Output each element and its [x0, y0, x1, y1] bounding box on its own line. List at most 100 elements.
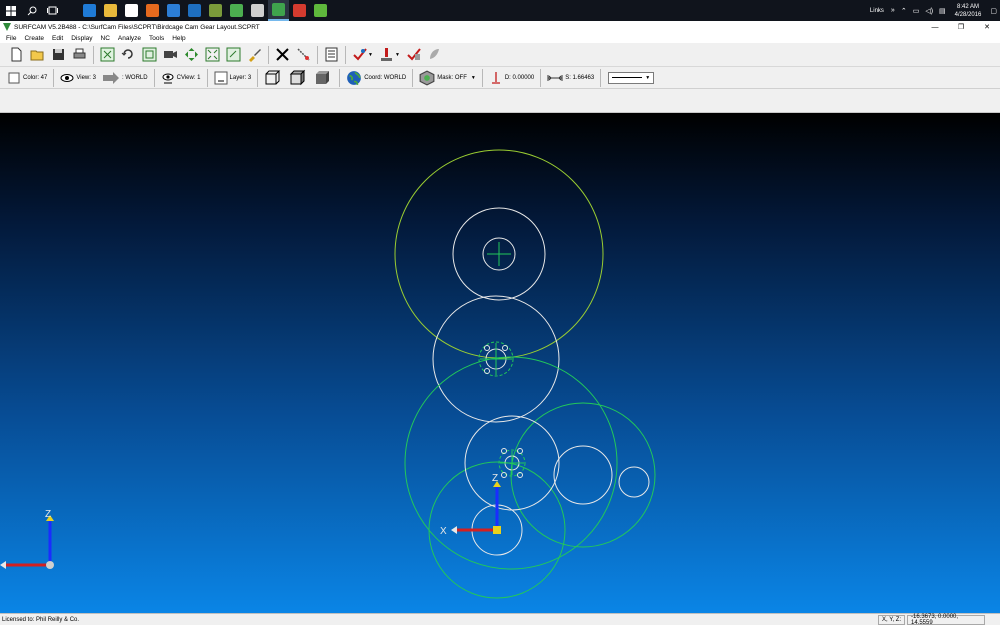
menu-help[interactable]: Help: [168, 35, 189, 42]
shaded-button[interactable]: [286, 69, 311, 87]
toolbar-separator: [153, 68, 155, 87]
arrows-out-icon: [185, 48, 198, 61]
wireframe-button[interactable]: [261, 69, 286, 87]
coord-value: Coord: WORLD: [364, 74, 407, 81]
list-icon: [325, 47, 338, 62]
mask-value: Mask: OFF: [437, 74, 467, 81]
surfcam-app-button[interactable]: [268, 0, 289, 21]
new-file-icon: [11, 47, 22, 62]
chevron-down-icon[interactable]: ▼: [471, 75, 476, 81]
pan-view-button[interactable]: [161, 45, 180, 64]
cad-viewport[interactable]: Z X Z: [0, 113, 1000, 613]
menu-edit[interactable]: Edit: [48, 35, 67, 42]
simulate-button[interactable]: [404, 45, 423, 64]
links-toolbar-label[interactable]: Links: [866, 8, 888, 14]
toolbar-separator: [206, 68, 208, 87]
shaded-cube-icon: [289, 69, 306, 86]
erase-button[interactable]: [245, 45, 264, 64]
menu-display[interactable]: Display: [67, 35, 96, 42]
menu-analyze[interactable]: Analyze: [114, 35, 145, 42]
print-button[interactable]: [70, 45, 89, 64]
mail-app-button[interactable]: [163, 0, 184, 21]
verify-button[interactable]: [350, 45, 369, 64]
depth-icon: [491, 71, 500, 84]
clock[interactable]: 8:42 AM 4/28/2016: [949, 3, 988, 19]
chevron-up-icon[interactable]: ⌃: [898, 7, 910, 15]
volume-icon[interactable]: ◁): [922, 7, 936, 15]
status-bar: Licensed to: Phil Reilly & Co. X, Y, Z: …: [0, 613, 1000, 625]
color-value: Color: 47: [23, 74, 48, 81]
toolbar-separator: [412, 68, 414, 87]
start-button[interactable]: [0, 0, 21, 21]
file-explorer-app-button[interactable]: [100, 0, 121, 21]
rotate-view-button[interactable]: [119, 45, 138, 64]
menu-file[interactable]: File: [2, 35, 20, 42]
gear-circle-green-right: [510, 402, 656, 548]
save-button[interactable]: [49, 45, 68, 64]
printer-icon: [73, 48, 86, 59]
origin-z-label: Z: [492, 473, 498, 484]
menu-nc[interactable]: NC: [97, 35, 114, 42]
globe-icon: [347, 70, 362, 85]
maximize-button[interactable]: ❐: [948, 21, 974, 33]
app-9-button[interactable]: [247, 0, 268, 21]
view-selector[interactable]: View: 3: [57, 69, 99, 87]
zoom-in-button[interactable]: [182, 45, 201, 64]
window-title: SURFCAM V5.2B488 - C:\SurfCam Files\SCPR…: [14, 23, 260, 31]
ie-app-button[interactable]: [310, 0, 331, 21]
app-11-button[interactable]: [289, 0, 310, 21]
view-world-selector[interactable]: : WORLD: [99, 69, 151, 87]
notifications-icon[interactable]: ▢: [987, 7, 1000, 15]
depth-field[interactable]: D: 0.00000: [486, 69, 537, 87]
main-toolbar: ▼ ▼: [0, 43, 1000, 67]
rotate-icon: [121, 49, 133, 59]
menu-tools[interactable]: Tools: [145, 35, 168, 42]
menu-create[interactable]: Create: [20, 35, 48, 42]
redraw-button[interactable]: [224, 45, 243, 64]
chevron-right-icon[interactable]: »: [888, 7, 898, 14]
color-selector[interactable]: Color: 47: [4, 69, 50, 87]
chevron-down-icon[interactable]: ▼: [395, 52, 400, 58]
minimize-button[interactable]: —: [922, 21, 948, 33]
mask-selector[interactable]: Mask: OFF ▼: [416, 69, 479, 87]
zoom-all-button[interactable]: [98, 45, 117, 64]
zoom-window-button[interactable]: [140, 45, 159, 64]
outlook-app-button[interactable]: [184, 0, 205, 21]
delete-button[interactable]: [273, 45, 292, 64]
toolpath-button[interactable]: [377, 45, 396, 64]
task-view-button[interactable]: [42, 0, 63, 21]
step-field[interactable]: S: 1.66463: [544, 69, 597, 87]
status-toolbar: Color: 47 View: 3 : WORLD CView: 1 Layer…: [0, 67, 1000, 89]
arrow-right-icon: [102, 71, 119, 84]
cview-selector[interactable]: CView: 1: [158, 69, 204, 87]
new-file-button[interactable]: [7, 45, 26, 64]
toolbar-separator: [93, 45, 94, 64]
layer-selector[interactable]: Layer: 3: [211, 69, 255, 87]
chevron-down-icon[interactable]: ▼: [368, 52, 373, 58]
render-button[interactable]: [425, 45, 444, 64]
view-world-value: : WORLD: [121, 74, 148, 81]
keyboard-icon[interactable]: ▤: [936, 7, 949, 15]
line-style-dropdown[interactable]: ▼: [608, 71, 655, 84]
open-file-button[interactable]: [28, 45, 47, 64]
network-icon[interactable]: ▭: [910, 7, 923, 15]
toolbar-separator: [540, 68, 542, 87]
store-app-button[interactable]: [121, 0, 142, 21]
edge-app-button[interactable]: [79, 0, 100, 21]
world-z-label: Z: [45, 509, 51, 520]
trim-button[interactable]: [294, 45, 313, 64]
firefox-app-button[interactable]: [142, 0, 163, 21]
zoom-out-button[interactable]: [203, 45, 222, 64]
coord-selector[interactable]: Coord: WORLD: [343, 69, 409, 87]
title-bar: SURFCAM V5.2B488 - C:\SurfCam Files\SCPR…: [0, 21, 1000, 33]
toolbar-separator: [268, 45, 269, 64]
drawing-canvas[interactable]: Z X Z: [0, 113, 1000, 613]
search-button[interactable]: [21, 0, 42, 21]
properties-button[interactable]: [322, 45, 341, 64]
app-8-button[interactable]: [226, 0, 247, 21]
app-7-button[interactable]: [205, 0, 226, 21]
toolbar-separator: [53, 68, 55, 87]
solid-button[interactable]: [311, 69, 336, 87]
color-swatch-icon: [8, 72, 20, 83]
close-button[interactable]: ✕: [974, 21, 1000, 33]
